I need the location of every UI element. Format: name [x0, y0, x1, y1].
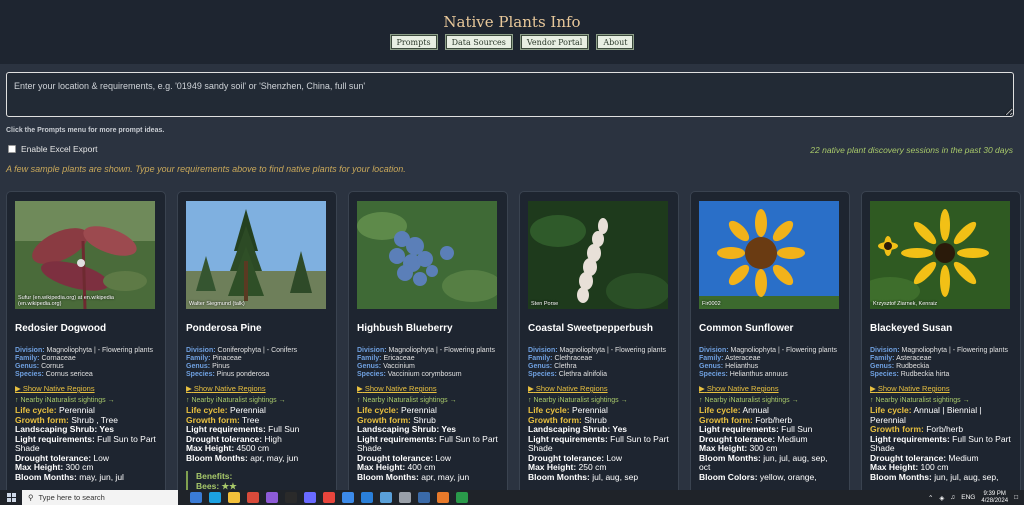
task-view-icon[interactable] — [190, 492, 202, 503]
plant-cards: Sufur (en.wikipedia.org) at en.wikipedia… — [6, 191, 1024, 501]
plant-facts: Life cycle: Perennial Growth form: Tree … — [186, 405, 300, 463]
photo-credit: Walter Siegmund (talk) — [189, 301, 245, 307]
show-native-regions-link[interactable]: ▶ Show Native Regions — [15, 384, 157, 393]
inaturalist-sightings-link[interactable]: ↑ Nearby iNaturalist sightings → — [699, 397, 841, 404]
edge-icon[interactable] — [209, 492, 221, 503]
taxonomy: Division: Coniferophyta | - Conifers Fam… — [186, 347, 298, 378]
plant-photo[interactable]: Krzysztof Ziarnek, Kenraiz — [870, 201, 1010, 309]
search-box — [6, 72, 1014, 117]
benefits-box: Benefits: Bees: ★★ — [186, 471, 328, 491]
taskbar-search-placeholder: Type here to search — [38, 493, 105, 502]
plant-card: Sten Porse Coastal Sweetpepperbush Divis… — [519, 191, 679, 501]
site-title: Native Plants Info — [443, 13, 581, 31]
system-tray: ⌃ ◈ ♫ ENG 9:39 PM 4/28/2024 □ — [928, 490, 1018, 505]
windows-taskbar: ⚲ Type here to search ⌃ ◈ ♫ ENG 9:39 PM … — [0, 490, 1024, 505]
photo-credit: Sten Porse — [531, 301, 559, 307]
inaturalist-sightings-link[interactable]: ↑ Nearby iNaturalist sightings → — [528, 397, 670, 404]
search-icon: ⚲ — [28, 493, 34, 502]
plant-photo[interactable] — [357, 201, 497, 309]
file-explorer-icon[interactable] — [228, 492, 240, 503]
start-button[interactable] — [0, 490, 22, 505]
plant-card: Walter Siegmund (talk) Ponderosa Pine Di… — [177, 191, 337, 501]
sample-note: A few sample plants are shown. Type your… — [6, 164, 406, 174]
chrome-icon[interactable] — [323, 492, 335, 503]
plant-facts: Life cycle: Annual Growth form: Forb/her… — [699, 405, 828, 482]
windows-logo-icon — [6, 493, 16, 502]
plant-card: Highbush Blueberry Division: Magnoliophy… — [348, 191, 508, 501]
plant-photo[interactable]: Sufur (en.wikipedia.org) at en.wikipedia… — [15, 201, 155, 309]
show-native-regions-link[interactable]: ▶ Show Native Regions — [357, 384, 499, 393]
show-native-regions-link[interactable]: ▶ Show Native Regions — [528, 384, 670, 393]
excel-icon[interactable] — [456, 492, 468, 503]
taxonomy: Division: Magnoliophyta | - Flowering pl… — [528, 347, 666, 378]
visual-studio-icon[interactable] — [266, 492, 278, 503]
taskbar-search[interactable]: ⚲ Type here to search — [22, 490, 178, 505]
excel-export-toggle[interactable]: Enable Excel Export — [8, 144, 98, 154]
language-indicator[interactable]: ENG — [961, 494, 975, 501]
plant-name: Ponderosa Pine — [186, 323, 262, 334]
show-native-regions-link[interactable]: ▶ Show Native Regions — [186, 384, 328, 393]
sessions-count: 22 native plant discovery sessions in th… — [810, 145, 1013, 155]
excel-export-checkbox[interactable] — [8, 145, 16, 153]
app-icon[interactable] — [380, 492, 392, 503]
excel-export-label: Enable Excel Export — [21, 144, 98, 154]
clock[interactable]: 9:39 PM 4/28/2024 — [981, 491, 1008, 505]
plant-card: Fir0002 Common Sunflower Division: Magno… — [690, 191, 850, 501]
inaturalist-sightings-link[interactable]: ↑ Nearby iNaturalist sightings → — [186, 397, 328, 404]
show-native-regions-link[interactable]: ▶ Show Native Regions — [870, 384, 1012, 393]
notification-icon[interactable]: □ — [1014, 494, 1018, 501]
main-nav: Prompts Data Sources Vendor Portal About — [0, 34, 1024, 50]
volume-icon[interactable]: ♫ — [950, 494, 955, 501]
data-sources-button[interactable]: Data Sources — [444, 34, 513, 50]
prompts-hint: Click the Prompts menu for more prompt i… — [6, 127, 165, 134]
plant-photo[interactable]: Sten Porse — [528, 201, 668, 309]
firefox-icon[interactable] — [437, 492, 449, 503]
app-icon[interactable] — [304, 492, 316, 503]
inaturalist-sightings-link[interactable]: ↑ Nearby iNaturalist sightings → — [15, 397, 157, 404]
terminal-icon[interactable] — [285, 492, 297, 503]
plant-facts: Life cycle: Perennial Growth form: Shrub… — [528, 405, 669, 482]
chevron-up-icon[interactable]: ⌃ — [928, 494, 933, 502]
prompts-button[interactable]: Prompts — [389, 34, 438, 50]
benefits-title: Benefits: — [196, 471, 233, 481]
plant-photo[interactable]: Fir0002 — [699, 201, 839, 309]
site-header: Native Plants Info Prompts Data Sources … — [0, 0, 1024, 64]
plant-card: Krzysztof Ziarnek, Kenraiz Blackeyed Sus… — [861, 191, 1021, 501]
plant-name: Blackeyed Susan — [870, 323, 953, 334]
inaturalist-sightings-link[interactable]: ↑ Nearby iNaturalist sightings → — [870, 397, 1012, 404]
location-requirements-input[interactable] — [7, 73, 1013, 116]
app-icon[interactable] — [418, 492, 430, 503]
taxonomy: Division: Magnoliophyta | - Flowering pl… — [699, 347, 837, 378]
photo-credit: Fir0002 — [702, 301, 721, 307]
show-native-regions-link[interactable]: ▶ Show Native Regions — [699, 384, 841, 393]
plant-name: Coastal Sweetpepperbush — [528, 323, 654, 334]
photo-credit: Sufur (en.wikipedia.org) at en.wikipedia… — [18, 295, 114, 307]
plant-name: Highbush Blueberry — [357, 323, 453, 334]
plant-facts: Life cycle: Perennial Growth form: Shrub… — [357, 405, 498, 482]
plant-name: Common Sunflower — [699, 323, 794, 334]
about-button[interactable]: About — [596, 34, 635, 50]
taskbar-apps — [190, 492, 468, 503]
office-icon[interactable] — [247, 492, 259, 503]
plant-photo[interactable]: Walter Siegmund (talk) — [186, 201, 326, 309]
photo-credit: Krzysztof Ziarnek, Kenraiz — [873, 301, 938, 307]
browser-icon[interactable] — [342, 492, 354, 503]
inaturalist-sightings-link[interactable]: ↑ Nearby iNaturalist sightings → — [357, 397, 499, 404]
plant-card: Sufur (en.wikipedia.org) at en.wikipedia… — [6, 191, 166, 501]
taxonomy: Division: Magnoliophyta | - Flowering pl… — [357, 347, 495, 378]
vscode-icon[interactable] — [361, 492, 373, 503]
app-icon[interactable] — [399, 492, 411, 503]
plant-facts: Life cycle: Perennial Growth form: Shrub… — [15, 405, 156, 482]
taxonomy: Division: Magnoliophyta | - Flowering pl… — [870, 347, 1008, 378]
plant-name: Redosier Dogwood — [15, 323, 107, 334]
vendor-portal-button[interactable]: Vendor Portal — [519, 34, 590, 50]
network-icon[interactable]: ◈ — [939, 494, 944, 502]
plant-facts: Life cycle: Annual | Biennial | Perennia… — [870, 405, 1011, 482]
taxonomy: Division: Magnoliophyta | - Flowering pl… — [15, 347, 153, 378]
